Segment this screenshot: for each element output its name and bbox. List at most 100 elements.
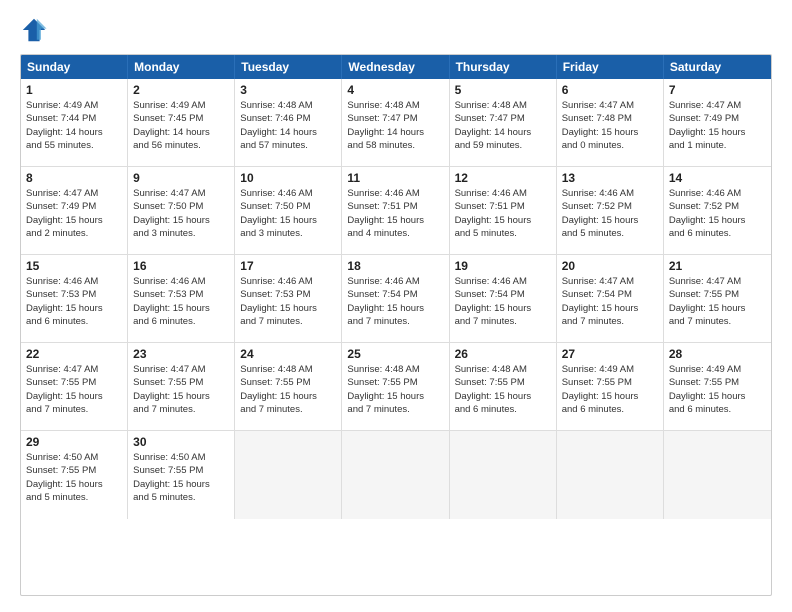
calendar: SundayMondayTuesdayWednesdayThursdayFrid… — [20, 54, 772, 596]
day-number: 26 — [455, 347, 551, 361]
day-info: Sunrise: 4:47 AM Sunset: 7:49 PM Dayligh… — [26, 187, 122, 240]
day-number: 1 — [26, 83, 122, 97]
day-cell-23: 23 Sunrise: 4:47 AM Sunset: 7:55 PM Dayli… — [128, 343, 235, 430]
day-info: Sunrise: 4:49 AM Sunset: 7:45 PM Dayligh… — [133, 99, 229, 152]
day-number: 15 — [26, 259, 122, 273]
day-info: Sunrise: 4:46 AM Sunset: 7:53 PM Dayligh… — [26, 275, 122, 328]
day-cell-1: 1 Sunrise: 4:49 AM Sunset: 7:44 PM Daylig… — [21, 79, 128, 166]
day-cell-16: 16Sunrise: 4:46 AM Sunset: 7:53 PM Dayli… — [128, 255, 235, 342]
day-cell-3: 3 Sunrise: 4:48 AM Sunset: 7:46 PM Daylig… — [235, 79, 342, 166]
day-info: Sunrise: 4:46 AM Sunset: 7:54 PM Dayligh… — [347, 275, 443, 328]
day-cell-28: 28 Sunrise: 4:49 AM Sunset: 7:55 PM Dayli… — [664, 343, 771, 430]
day-cell-10: 10 Sunrise: 4:46 AM Sunset: 7:50 PM Dayli… — [235, 167, 342, 254]
day-info: Sunrise: 4:49 AM Sunset: 7:44 PM Dayligh… — [26, 99, 122, 152]
day-cell-27: 27 Sunrise: 4:49 AM Sunset: 7:55 PM Dayli… — [557, 343, 664, 430]
header-cell-tuesday: Tuesday — [235, 55, 342, 79]
calendar-row-0: 1 Sunrise: 4:49 AM Sunset: 7:44 PM Daylig… — [21, 79, 771, 167]
day-number: 27 — [562, 347, 658, 361]
day-info: Sunrise: 4:47 AM Sunset: 7:55 PM Dayligh… — [133, 363, 229, 416]
day-cell-4: 4Sunrise: 4:48 AM Sunset: 7:47 PM Daylig… — [342, 79, 449, 166]
empty-cell — [557, 431, 664, 519]
day-cell-17: 17 Sunrise: 4:46 AM Sunset: 7:53 PM Dayli… — [235, 255, 342, 342]
day-cell-19: 19Sunrise: 4:46 AM Sunset: 7:54 PM Dayli… — [450, 255, 557, 342]
day-info: Sunrise: 4:48 AM Sunset: 7:55 PM Dayligh… — [347, 363, 443, 416]
day-number: 16 — [133, 259, 229, 273]
header-cell-thursday: Thursday — [450, 55, 557, 79]
day-number: 2 — [133, 83, 229, 97]
day-cell-8: 8 Sunrise: 4:47 AM Sunset: 7:49 PM Daylig… — [21, 167, 128, 254]
day-info: Sunrise: 4:47 AM Sunset: 7:50 PM Dayligh… — [133, 187, 229, 240]
calendar-row-3: 22 Sunrise: 4:47 AM Sunset: 7:55 PM Dayli… — [21, 343, 771, 431]
day-number: 13 — [562, 171, 658, 185]
day-number: 28 — [669, 347, 766, 361]
calendar-row-2: 15 Sunrise: 4:46 AM Sunset: 7:53 PM Dayli… — [21, 255, 771, 343]
day-info: Sunrise: 4:49 AM Sunset: 7:55 PM Dayligh… — [669, 363, 766, 416]
day-info: Sunrise: 4:46 AM Sunset: 7:51 PM Dayligh… — [455, 187, 551, 240]
day-info: Sunrise: 4:47 AM Sunset: 7:54 PM Dayligh… — [562, 275, 658, 328]
day-number: 11 — [347, 171, 443, 185]
day-info: Sunrise: 4:46 AM Sunset: 7:50 PM Dayligh… — [240, 187, 336, 240]
day-info: Sunrise: 4:46 AM Sunset: 7:53 PM Dayligh… — [240, 275, 336, 328]
day-info: Sunrise: 4:46 AM Sunset: 7:54 PM Dayligh… — [455, 275, 551, 328]
day-info: Sunrise: 4:48 AM Sunset: 7:55 PM Dayligh… — [455, 363, 551, 416]
day-number: 5 — [455, 83, 551, 97]
empty-cell — [235, 431, 342, 519]
day-info: Sunrise: 4:50 AM Sunset: 7:55 PM Dayligh… — [133, 451, 229, 504]
day-cell-2: 2 Sunrise: 4:49 AM Sunset: 7:45 PM Daylig… — [128, 79, 235, 166]
logo — [20, 16, 52, 44]
day-cell-21: 21Sunrise: 4:47 AM Sunset: 7:55 PM Dayli… — [664, 255, 771, 342]
header-cell-friday: Friday — [557, 55, 664, 79]
day-info: Sunrise: 4:48 AM Sunset: 7:47 PM Dayligh… — [455, 99, 551, 152]
day-number: 20 — [562, 259, 658, 273]
day-info: Sunrise: 4:49 AM Sunset: 7:55 PM Dayligh… — [562, 363, 658, 416]
day-number: 14 — [669, 171, 766, 185]
day-number: 9 — [133, 171, 229, 185]
day-cell-26: 26 Sunrise: 4:48 AM Sunset: 7:55 PM Dayli… — [450, 343, 557, 430]
day-cell-22: 22Sunrise: 4:47 AM Sunset: 7:55 PM Dayli… — [21, 343, 128, 430]
top-section — [20, 16, 772, 44]
day-number: 3 — [240, 83, 336, 97]
header-cell-saturday: Saturday — [664, 55, 771, 79]
day-info: Sunrise: 4:46 AM Sunset: 7:51 PM Dayligh… — [347, 187, 443, 240]
day-number: 30 — [133, 435, 229, 449]
calendar-row-1: 8 Sunrise: 4:47 AM Sunset: 7:49 PM Daylig… — [21, 167, 771, 255]
day-number: 22 — [26, 347, 122, 361]
day-cell-29: 29Sunrise: 4:50 AM Sunset: 7:55 PM Dayli… — [21, 431, 128, 519]
day-number: 10 — [240, 171, 336, 185]
day-info: Sunrise: 4:48 AM Sunset: 7:55 PM Dayligh… — [240, 363, 336, 416]
day-cell-25: 25Sunrise: 4:48 AM Sunset: 7:55 PM Dayli… — [342, 343, 449, 430]
day-number: 23 — [133, 347, 229, 361]
day-cell-24: 24 Sunrise: 4:48 AM Sunset: 7:55 PM Dayli… — [235, 343, 342, 430]
day-info: Sunrise: 4:48 AM Sunset: 7:46 PM Dayligh… — [240, 99, 336, 152]
empty-cell — [450, 431, 557, 519]
day-number: 8 — [26, 171, 122, 185]
day-cell-30: 30 Sunrise: 4:50 AM Sunset: 7:55 PM Dayli… — [128, 431, 235, 519]
calendar-row-4: 29 Sunrise: 4:50 AM Sunset: 7:55 PM Dayli… — [21, 431, 771, 519]
day-info: Sunrise: 4:46 AM Sunset: 7:52 PM Dayligh… — [669, 187, 766, 240]
day-cell-18: 18Sunrise: 4:46 AM Sunset: 7:54 PM Dayli… — [342, 255, 449, 342]
day-info: Sunrise: 4:46 AM Sunset: 7:52 PM Dayligh… — [562, 187, 658, 240]
day-cell-13: 13 Sunrise: 4:46 AM Sunset: 7:52 PM Dayli… — [557, 167, 664, 254]
header-cell-monday: Monday — [128, 55, 235, 79]
day-number: 21 — [669, 259, 766, 273]
logo-icon — [20, 16, 48, 44]
day-number: 29 — [26, 435, 122, 449]
day-cell-6: 6 Sunrise: 4:47 AM Sunset: 7:48 PM Daylig… — [557, 79, 664, 166]
empty-cell — [664, 431, 771, 519]
day-number: 6 — [562, 83, 658, 97]
header-cell-wednesday: Wednesday — [342, 55, 449, 79]
calendar-header: SundayMondayTuesdayWednesdayThursdayFrid… — [21, 55, 771, 79]
day-number: 17 — [240, 259, 336, 273]
day-cell-7: 7 Sunrise: 4:47 AM Sunset: 7:49 PM Daylig… — [664, 79, 771, 166]
day-info: Sunrise: 4:47 AM Sunset: 7:48 PM Dayligh… — [562, 99, 658, 152]
day-info: Sunrise: 4:48 AM Sunset: 7:47 PM Dayligh… — [347, 99, 443, 152]
day-number: 7 — [669, 83, 766, 97]
day-cell-14: 14 Sunrise: 4:46 AM Sunset: 7:52 PM Dayli… — [664, 167, 771, 254]
day-cell-20: 20 Sunrise: 4:47 AM Sunset: 7:54 PM Dayli… — [557, 255, 664, 342]
calendar-body: 1 Sunrise: 4:49 AM Sunset: 7:44 PM Daylig… — [21, 79, 771, 519]
day-number: 24 — [240, 347, 336, 361]
day-info: Sunrise: 4:47 AM Sunset: 7:49 PM Dayligh… — [669, 99, 766, 152]
page: SundayMondayTuesdayWednesdayThursdayFrid… — [0, 0, 792, 612]
day-number: 12 — [455, 171, 551, 185]
day-cell-12: 12 Sunrise: 4:46 AM Sunset: 7:51 PM Dayli… — [450, 167, 557, 254]
